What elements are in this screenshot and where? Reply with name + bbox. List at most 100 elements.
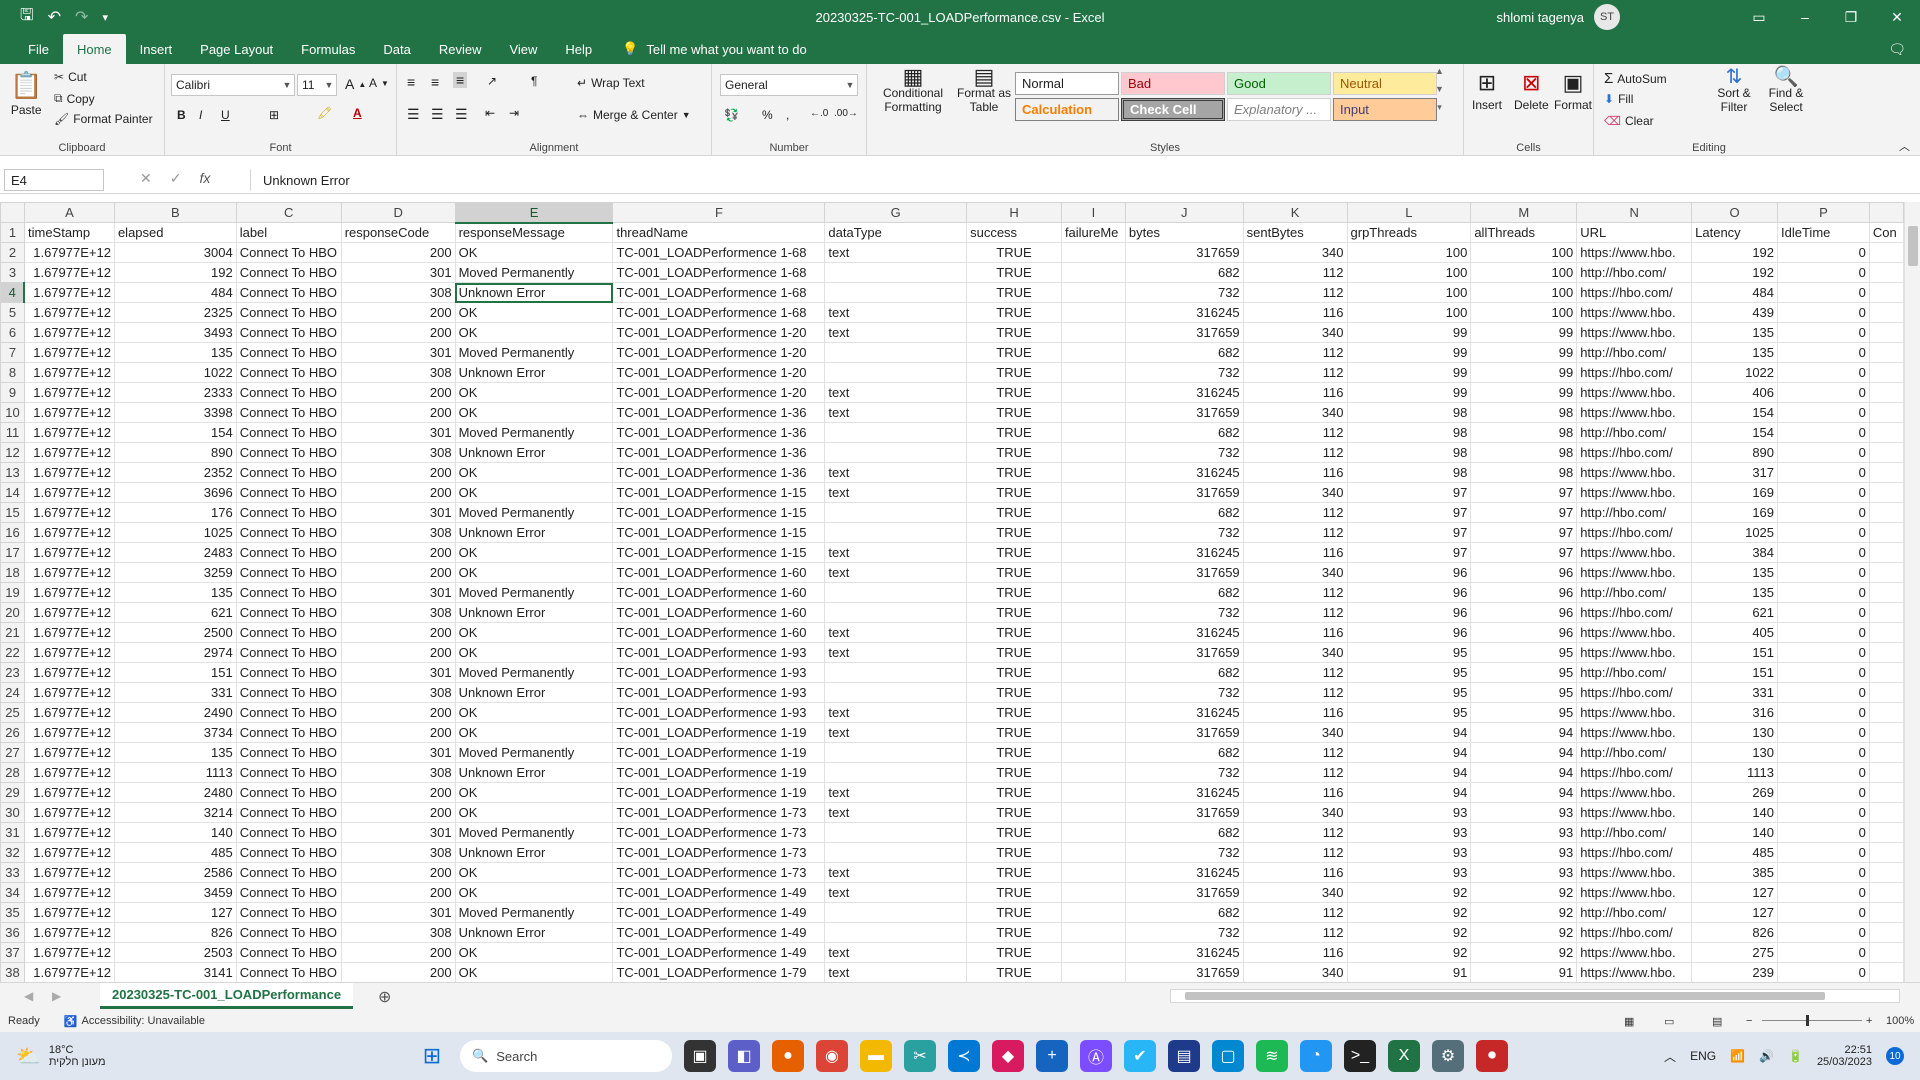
- cell[interactable]: Connect To HBO: [235, 402, 342, 423]
- increase-indent-icon[interactable]: ⇥: [509, 106, 519, 120]
- teams-icon[interactable]: ◧: [728, 1040, 760, 1072]
- row-header[interactable]: 33: [0, 862, 25, 883]
- cell[interactable]: Unknown Error: [454, 362, 614, 383]
- cell[interactable]: Connect To HBO: [235, 442, 342, 463]
- cell[interactable]: 0: [1777, 662, 1870, 683]
- close-button[interactable]: ✕: [1874, 0, 1920, 34]
- cell-style-explanatory[interactable]: Explanatory ...: [1227, 98, 1331, 121]
- cell[interactable]: sentBytes: [1242, 222, 1348, 243]
- row-header[interactable]: 23: [0, 662, 25, 683]
- cell[interactable]: 97: [1346, 542, 1472, 563]
- chat-app-icon[interactable]: ◔: [1300, 1040, 1332, 1072]
- cell[interactable]: 96: [1346, 562, 1472, 583]
- cell[interactable]: Connect To HBO: [235, 462, 342, 483]
- cell[interactable]: 0: [1777, 362, 1870, 383]
- row-header[interactable]: 12: [0, 442, 25, 463]
- cell[interactable]: 308: [340, 922, 456, 943]
- cell[interactable]: OK: [454, 382, 614, 403]
- cell[interactable]: 1025: [113, 522, 237, 543]
- cell[interactable]: 96: [1470, 622, 1578, 643]
- cell[interactable]: 98: [1346, 462, 1472, 483]
- cell[interactable]: http://hbo.com/: [1576, 502, 1693, 523]
- cell[interactable]: [1060, 362, 1126, 383]
- cell[interactable]: OK: [454, 302, 614, 323]
- cell[interactable]: 682: [1124, 502, 1244, 523]
- cell[interactable]: OK: [454, 562, 614, 583]
- cell[interactable]: 200: [340, 242, 456, 263]
- cell[interactable]: 112: [1242, 502, 1348, 523]
- cell[interactable]: 94: [1346, 782, 1472, 803]
- cell[interactable]: 1.67977E+12: [23, 502, 115, 523]
- cell[interactable]: Unknown Error: [454, 602, 614, 623]
- row-header[interactable]: 20: [0, 602, 25, 623]
- cell[interactable]: [1868, 922, 1904, 943]
- cell[interactable]: TRUE: [966, 722, 1062, 743]
- cell[interactable]: TC-001_LOADPerformence 1-36: [612, 402, 826, 423]
- cell[interactable]: text: [824, 702, 968, 723]
- format-button[interactable]: ▣ Format: [1554, 70, 1592, 112]
- cell[interactable]: 0: [1777, 902, 1870, 923]
- row-header[interactable]: 27: [0, 742, 25, 763]
- cell[interactable]: 0: [1777, 762, 1870, 783]
- format-painter-button[interactable]: 🖌 Format Painter: [54, 112, 153, 126]
- cell[interactable]: 116: [1242, 782, 1348, 803]
- zoom-in-icon[interactable]: +: [1866, 1015, 1872, 1027]
- tab-file[interactable]: File: [14, 34, 63, 64]
- cell[interactable]: 1.67977E+12: [23, 622, 115, 643]
- cell[interactable]: TC-001_LOADPerformence 1-15: [612, 522, 826, 543]
- cell[interactable]: Connect To HBO: [235, 762, 342, 783]
- cell[interactable]: 94: [1346, 742, 1472, 763]
- cell[interactable]: threadName: [612, 222, 826, 243]
- cell[interactable]: [1868, 442, 1904, 463]
- cell[interactable]: [1868, 342, 1904, 363]
- cell[interactable]: 331: [1691, 682, 1779, 703]
- cell[interactable]: 732: [1124, 602, 1244, 623]
- cell[interactable]: TRUE: [966, 402, 1062, 423]
- cell[interactable]: 151: [1691, 662, 1779, 683]
- cell[interactable]: [1060, 902, 1126, 923]
- cell[interactable]: 732: [1124, 842, 1244, 863]
- cell[interactable]: [1060, 562, 1126, 583]
- cell[interactable]: 316: [1691, 702, 1779, 723]
- cell[interactable]: [1060, 302, 1126, 323]
- cell[interactable]: 200: [340, 402, 456, 423]
- cell[interactable]: 112: [1242, 822, 1348, 843]
- row-header[interactable]: 32: [0, 842, 25, 863]
- cell[interactable]: 92: [1470, 882, 1578, 903]
- cell[interactable]: 1.67977E+12: [23, 722, 115, 743]
- cell[interactable]: TRUE: [966, 582, 1062, 603]
- row-header[interactable]: 35: [0, 902, 25, 923]
- cell[interactable]: 308: [340, 762, 456, 783]
- settings-icon[interactable]: ⚙: [1432, 1040, 1464, 1072]
- cell[interactable]: 1.67977E+12: [23, 702, 115, 723]
- cell[interactable]: TC-001_LOADPerformence 1-68: [612, 302, 826, 323]
- cell[interactable]: 0: [1777, 342, 1870, 363]
- cell[interactable]: 621: [1691, 602, 1779, 623]
- cell[interactable]: Moved Permanently: [454, 342, 614, 363]
- cell[interactable]: TRUE: [966, 762, 1062, 783]
- cell[interactable]: OK: [454, 882, 614, 903]
- cell[interactable]: [1060, 402, 1126, 423]
- cell[interactable]: TC-001_LOADPerformence 1-93: [612, 642, 826, 663]
- cell[interactable]: 439: [1691, 302, 1779, 323]
- avatar[interactable]: ST: [1594, 4, 1620, 30]
- cell[interactable]: TRUE: [966, 282, 1062, 303]
- cell[interactable]: 340: [1242, 802, 1348, 823]
- cell[interactable]: Connect To HBO: [235, 902, 342, 923]
- cell[interactable]: 100: [1346, 262, 1472, 283]
- cell[interactable]: Moved Permanently: [454, 502, 614, 523]
- cell[interactable]: 732: [1124, 522, 1244, 543]
- cell[interactable]: 112: [1242, 602, 1348, 623]
- cell[interactable]: TRUE: [966, 662, 1062, 683]
- cell[interactable]: 95: [1470, 682, 1578, 703]
- cell[interactable]: [1868, 582, 1904, 603]
- column-header[interactable]: N: [1576, 202, 1693, 223]
- cell[interactable]: https://www.hbo.: [1576, 462, 1693, 483]
- firefox-icon[interactable]: ●: [772, 1040, 804, 1072]
- cell[interactable]: TRUE: [966, 542, 1062, 563]
- column-header[interactable]: J: [1124, 202, 1244, 223]
- cell[interactable]: 135: [113, 582, 237, 603]
- language-indicator[interactable]: ENG: [1690, 1049, 1716, 1063]
- cell[interactable]: 130: [1691, 742, 1779, 763]
- cell[interactable]: 94: [1470, 782, 1578, 803]
